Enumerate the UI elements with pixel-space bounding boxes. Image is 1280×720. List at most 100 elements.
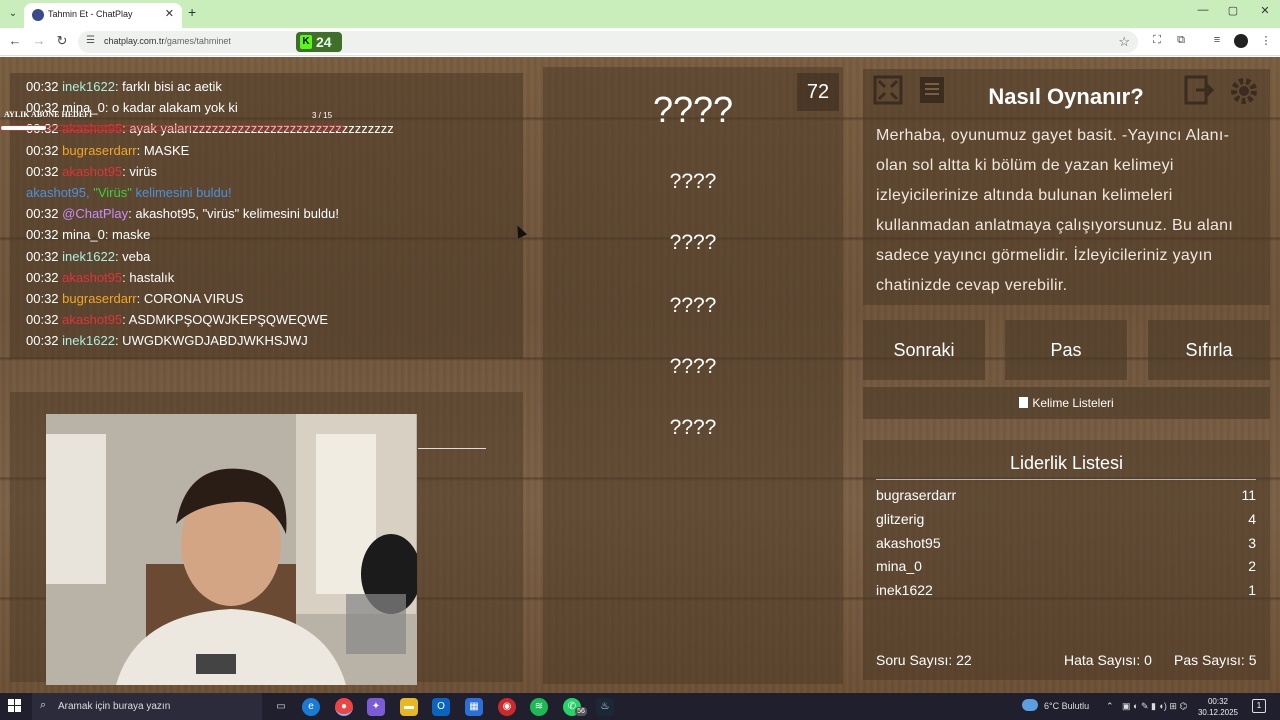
chat-message: 00:32 bugraserdarr: CORONA VIRUS — [26, 288, 394, 309]
chat-message-text: : o kadar alakam yok ki — [104, 100, 238, 116]
leaderboard-name: glitzerig — [876, 511, 925, 527]
chat-message-text: : MASKE — [136, 142, 190, 158]
close-window-button[interactable]: ✕ — [1250, 4, 1280, 17]
browser-menu-icon[interactable]: ⋮ — [1258, 34, 1274, 47]
settings-gear-icon[interactable] — [1228, 75, 1260, 107]
outlook-icon[interactable]: O — [432, 698, 450, 716]
cloud-weather-icon[interactable] — [1022, 699, 1038, 711]
notification-center-icon[interactable]: 1 — [1252, 699, 1266, 713]
url-text[interactable]: chatplay.com.tr/games/tahminet — [104, 36, 231, 46]
leaderboard-divider — [876, 479, 1256, 480]
system-message-word: "Virüs" — [93, 184, 132, 200]
chat-message-text: : hastalık — [122, 269, 175, 285]
chat-message: 00:32 akashot95: hastalık — [26, 267, 394, 288]
chat-message: 00:32 mina_0: maske — [26, 224, 394, 245]
main-word: ???? — [652, 89, 734, 130]
chat-username[interactable]: akashot95 — [62, 164, 122, 179]
leaderboard-name: bugraserdarr — [876, 487, 957, 503]
word-lists-label: Kelime Listeleri — [1032, 396, 1114, 410]
chat-timestamp: 00:32 — [26, 163, 59, 179]
reading-list-icon[interactable]: ≡ — [1209, 34, 1225, 46]
chrome-browser-icon[interactable]: ● — [335, 698, 353, 716]
fullscreen-icon[interactable] — [872, 75, 904, 107]
chat-message-text: : UWGDKWGDJABDJWKHSJWJ — [114, 333, 308, 349]
chat-username[interactable]: akashot95 — [62, 270, 122, 285]
streamer-area-divider — [418, 448, 486, 449]
tray-app-icons[interactable]: ▣ ◐ ✎ ▮ ◖) ⊞ ⌬ — [1122, 701, 1187, 712]
chat-message-text: : maske — [104, 227, 151, 243]
reload-icon[interactable]: ↻ — [53, 33, 71, 49]
address-bar[interactable]: ☰ chatplay.com.tr/games/tahminet K 24 ☆ — [78, 31, 1138, 53]
pass-count: Pas Sayısı: 5 — [1174, 652, 1257, 668]
tab-title: Tahmin Et - ChatPlay — [48, 9, 133, 19]
pass-button[interactable]: Pas — [1005, 320, 1127, 380]
chat-timestamp: 00:32 — [26, 79, 59, 94]
extensions-puzzle-icon[interactable]: ⧉ — [1173, 34, 1189, 47]
browser-tab[interactable]: Tahmin Et - ChatPlay ✕ — [24, 3, 182, 28]
chat-username[interactable]: @ChatPlay — [62, 206, 128, 221]
kick-extension-badge[interactable]: K 24 — [296, 32, 342, 52]
microsoft-store-icon[interactable]: ▦ — [465, 698, 483, 716]
taskbar-clock[interactable]: 00:32 30.12.2025 — [1196, 696, 1240, 718]
chat-username[interactable]: akashot95 — [62, 312, 122, 327]
how-to-play-title: Nasıl Oynanır? — [988, 84, 1144, 109]
task-view-icon[interactable]: ▭ — [272, 698, 290, 716]
file-explorer-icon[interactable]: ▬ — [400, 698, 418, 716]
forbidden-word-3: ???? — [669, 294, 717, 317]
spotify-icon[interactable]: ≋ — [530, 698, 548, 716]
system-message-text: kelimesini buldu! — [131, 184, 232, 200]
how-to-play-text: Merhaba, oyunumuz gayet basit. -Yayıncı … — [876, 127, 1234, 294]
bookmark-star-icon[interactable]: ☆ — [1118, 34, 1130, 50]
chat-message-text: : ASDMKPŞOQWJKEPŞQWEQWE — [122, 312, 329, 328]
tab-search-icon[interactable]: ⌄ — [4, 6, 22, 22]
leaderboard-score: 1 — [1248, 582, 1256, 598]
word-list-icon[interactable] — [916, 75, 948, 107]
browser-toolbar: ← → ↻ ☰ chatplay.com.tr/games/tahminet K… — [0, 28, 1280, 56]
chat-timestamp: 00:32 — [26, 333, 59, 349]
new-tab-button[interactable]: + — [188, 4, 196, 20]
copilot-icon[interactable]: ✦ — [367, 698, 385, 716]
chat-message: 00:32 inek1622: UWGDKWGDJABDJWKHSJWJ — [26, 330, 394, 351]
browser-tab-strip: ⌄ Tahmin Et - ChatPlay ✕ + — ▢ ✕ — [0, 0, 1280, 28]
leaderboard-row: inek1622 1 — [876, 582, 1256, 604]
forward-arrow-icon[interactable]: → — [30, 33, 48, 48]
chatplay-favicon-icon — [32, 9, 44, 21]
weather-text[interactable]: 6°C Bulutlu — [1044, 701, 1089, 711]
obs-recorder-icon[interactable]: ◉ — [498, 698, 516, 716]
tab-close-icon[interactable]: ✕ — [165, 7, 174, 20]
back-arrow-icon[interactable]: ← — [6, 33, 24, 48]
chat-username[interactable]: inek1622 — [62, 249, 115, 264]
reset-button[interactable]: Sıfırla — [1148, 320, 1270, 380]
steam-icon[interactable]: ♨ — [596, 698, 614, 716]
search-icon: ⌕ — [40, 699, 47, 711]
leaderboard-score: 4 — [1248, 511, 1256, 527]
next-button[interactable]: Sonraki — [863, 320, 985, 380]
chat-username[interactable]: inek1622 — [62, 333, 115, 348]
tray-expand-icon[interactable]: ⌃ — [1106, 701, 1114, 712]
exit-game-icon[interactable] — [1184, 75, 1216, 107]
windows-start-icon[interactable] — [8, 699, 22, 713]
clock-time: 00:32 — [1207, 697, 1229, 706]
chat-username[interactable]: inek1622 — [62, 79, 115, 94]
taskbar-search[interactable]: ⌕ Aramak için buraya yazın — [32, 693, 262, 720]
chat-timestamp: 00:32 — [26, 312, 59, 328]
forbidden-word-1: ???? — [669, 170, 717, 193]
minimize-button[interactable]: — — [1188, 4, 1218, 16]
whatsapp-badge: 56 — [575, 707, 587, 716]
leaderboard-row: mina_0 2 — [876, 558, 1256, 580]
word-lists-button[interactable]: Kelime Listeleri — [863, 387, 1270, 419]
chat-timestamp: 00:32 — [26, 269, 59, 285]
maximize-button[interactable]: ▢ — [1218, 4, 1248, 17]
chat-timestamp: 00:32 — [26, 142, 59, 158]
chat-username[interactable]: mina_0 — [62, 227, 105, 242]
leaderboard-score: 11 — [1241, 487, 1256, 503]
site-info-icon[interactable]: ☰ — [86, 35, 95, 46]
edge-browser-icon[interactable]: e — [302, 698, 320, 716]
chat-username[interactable]: bugraserdarr — [62, 291, 136, 306]
profile-avatar[interactable] — [1234, 34, 1248, 48]
kick-logo-icon: K — [300, 35, 312, 49]
chat-username[interactable]: bugraserdarr — [62, 143, 136, 158]
webcam-overlay — [46, 414, 417, 685]
kick-viewer-count: 24 — [316, 34, 332, 50]
screenshot-extension-icon[interactable]: ⛶ — [1149, 34, 1165, 47]
